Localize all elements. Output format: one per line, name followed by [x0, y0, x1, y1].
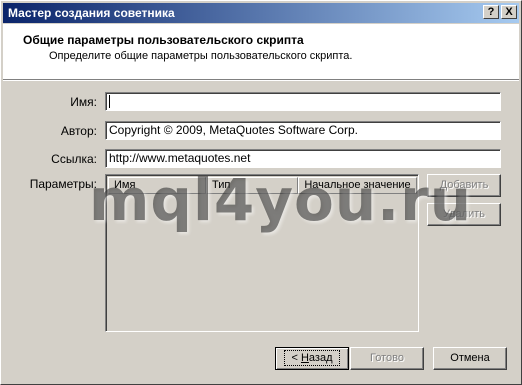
author-label: Автор: — [60, 124, 97, 138]
column-header-initial-value[interactable]: Начальное значение — [298, 177, 417, 194]
link-label: Ссылка: — [51, 152, 97, 166]
params-table[interactable]: Имя Тип Начальное значение — [105, 174, 419, 332]
window-title: Мастер создания советника — [8, 6, 175, 20]
text-caret — [109, 95, 110, 109]
wizard-window: Мастер создания советника ? X Общие пара… — [0, 0, 522, 385]
column-header-type[interactable]: Тип — [206, 177, 298, 194]
header-subtitle: Определите общие параметры пользовательс… — [49, 50, 353, 62]
back-button[interactable]: < Назад — [275, 347, 349, 370]
link-field[interactable]: http://www.metaquotes.net — [105, 149, 501, 168]
cancel-button[interactable]: Отмена — [433, 347, 507, 370]
back-prefix: < — [291, 352, 301, 364]
header-title: Общие параметры пользовательского скрипт… — [23, 33, 304, 47]
finish-button[interactable]: Готово — [350, 347, 424, 370]
name-field[interactable] — [105, 92, 501, 111]
back-accelerator: Н — [300, 352, 309, 364]
params-label: Параметры: — [29, 177, 97, 191]
title-bar[interactable]: Мастер создания советника ? X — [3, 3, 519, 23]
wizard-header: Общие параметры пользовательского скрипт… — [3, 24, 519, 81]
back-label: азад — [308, 352, 333, 364]
back-button-focus: < Назад — [284, 350, 340, 366]
close-button[interactable]: X — [501, 5, 517, 19]
column-header-name[interactable]: Имя — [108, 177, 206, 194]
add-button[interactable]: Добавить — [427, 174, 501, 197]
help-button[interactable]: ? — [483, 5, 499, 19]
delete-button[interactable]: Удалить — [427, 203, 501, 226]
author-field[interactable]: Copyright © 2009, MetaQuotes Software Co… — [105, 121, 501, 140]
name-label: Имя: — [70, 95, 97, 109]
